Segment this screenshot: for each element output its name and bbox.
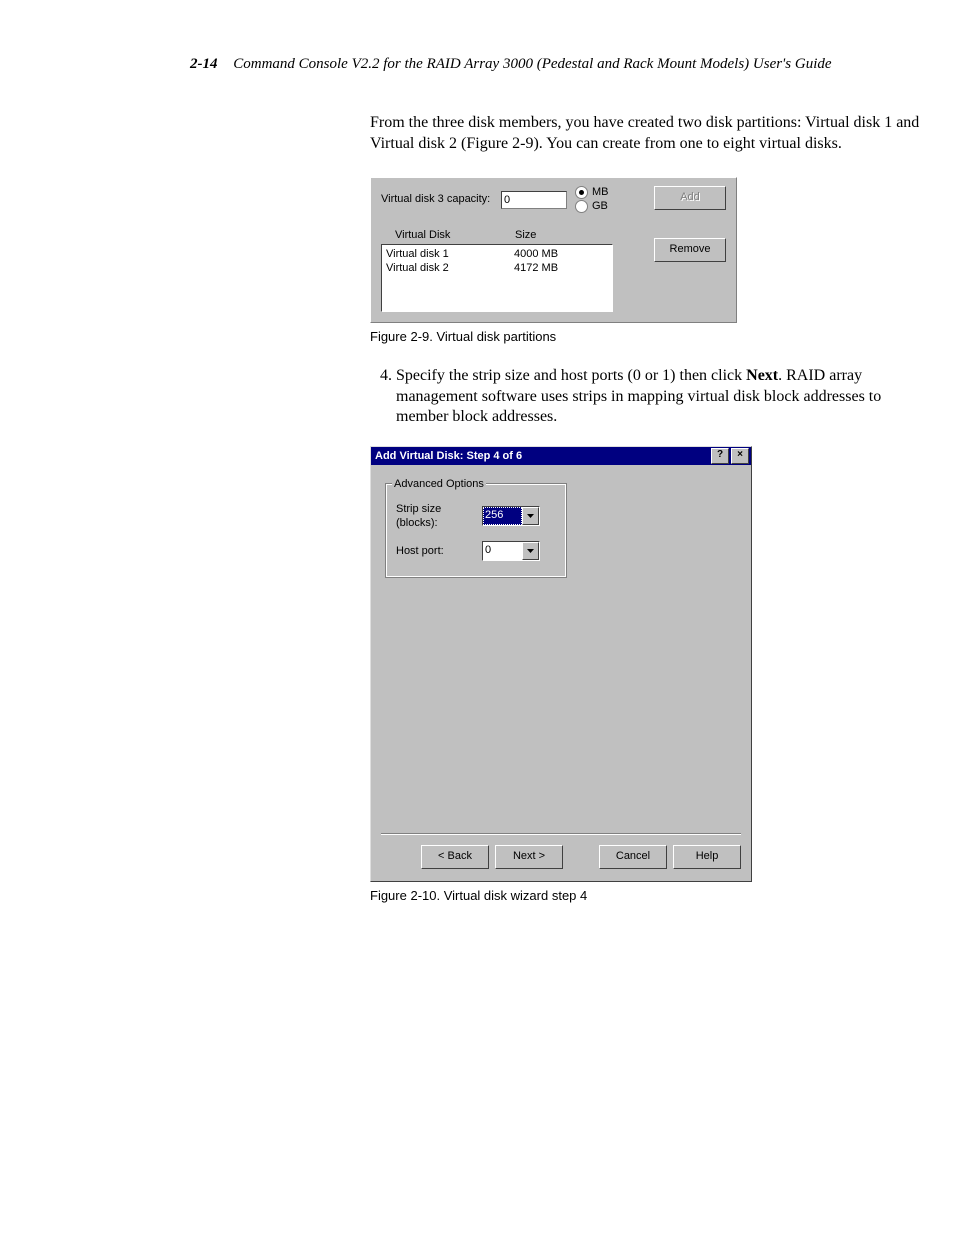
strip-size-value: 256 [483,507,522,525]
advanced-options-group: Advanced Options Strip size (blocks): 25… [385,483,567,578]
virtual-disk-listbox[interactable]: Virtual disk 1 4000 MB Virtual disk 2 41… [381,244,613,312]
group-legend: Advanced Options [392,477,486,491]
page-number: 2-14 [190,56,218,72]
host-port-combo[interactable]: 0 [482,541,540,561]
add-button[interactable]: Add [654,186,726,210]
strip-size-label: Strip size (blocks): [396,502,482,531]
step-4: 4. Specify the strip size and host ports… [370,366,930,428]
chevron-down-icon[interactable] [522,507,539,525]
wizard-dialog: Add Virtual Disk: Step 4 of 6 ? × Advanc… [370,446,752,882]
separator [381,833,741,835]
remove-button[interactable]: Remove [654,238,726,262]
page-header: 2-14 Command Console V2.2 for the RAID A… [190,56,894,73]
intro-paragraph: From the three disk members, you have cr… [370,113,930,155]
titlebar-help-button[interactable]: ? [711,448,729,464]
wizard-title: Add Virtual Disk: Step 4 of 6 [375,449,522,463]
virtual-disk-partitions-panel: Virtual disk 3 capacity: MB GB Add Remov… [370,177,737,323]
list-item-name: Virtual disk 2 [386,261,514,275]
col-header-size: Size [515,228,536,242]
col-header-disk: Virtual Disk [395,228,515,242]
capacity-label: Virtual disk 3 capacity: [381,192,501,206]
unit-gb-label: GB [592,199,608,213]
host-port-label: Host port: [396,544,482,558]
wizard-titlebar: Add Virtual Disk: Step 4 of 6 ? × [371,447,751,465]
list-item[interactable]: Virtual disk 1 4000 MB [386,247,608,261]
cancel-button[interactable]: Cancel [599,845,667,869]
host-port-value: 0 [483,542,522,560]
step-number: 4. [370,366,396,428]
figure-2-10-caption: Figure 2-10. Virtual disk wizard step 4 [370,888,930,905]
next-button[interactable]: Next > [495,845,563,869]
titlebar-close-button[interactable]: × [731,448,749,464]
list-item-size: 4172 MB [514,261,558,275]
list-item[interactable]: Virtual disk 2 4172 MB [386,261,608,275]
step-text-bold: Next [746,367,778,384]
list-item-name: Virtual disk 1 [386,247,514,261]
help-button[interactable]: Help [673,845,741,869]
chevron-down-icon[interactable] [522,542,539,560]
header-title: Command Console V2.2 for the RAID Array … [233,56,831,72]
strip-size-combo[interactable]: 256 [482,506,540,526]
capacity-input[interactable] [501,191,567,209]
wizard-footer: < Back Next > Cancel Help [371,845,751,881]
unit-mb-radio[interactable] [575,186,588,199]
back-button[interactable]: < Back [421,845,489,869]
list-item-size: 4000 MB [514,247,558,261]
unit-mb-label: MB [592,185,609,199]
figure-2-9-caption: Figure 2-9. Virtual disk partitions [370,329,930,346]
unit-gb-radio[interactable] [575,200,588,213]
step-text-a: Specify the strip size and host ports (0… [396,367,746,384]
